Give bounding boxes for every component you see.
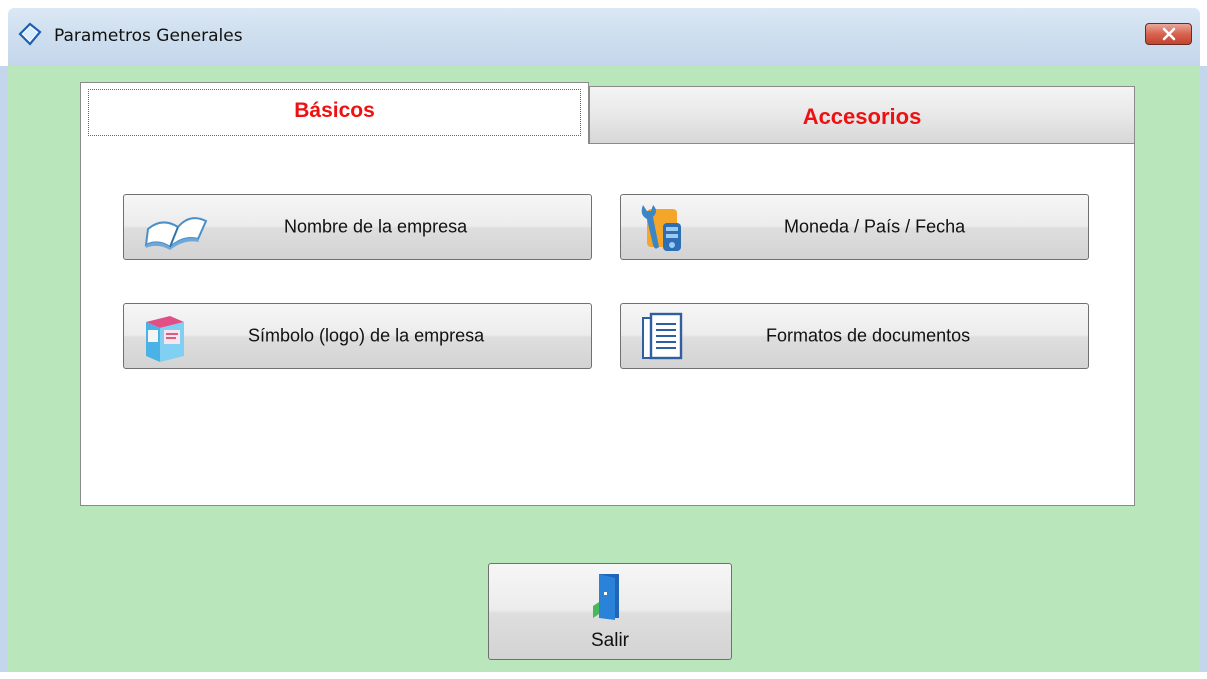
document-formats-label: Formatos de documentos <box>766 325 971 346</box>
close-button[interactable] <box>1145 23 1192 45</box>
open-book-icon <box>144 217 208 250</box>
diamond-icon <box>18 22 42 46</box>
tab-basicos[interactable]: Básicos <box>80 82 589 144</box>
document-formats-button[interactable]: Formatos de documentos <box>620 303 1089 369</box>
tab-accesorios[interactable]: Accesorios <box>589 86 1135 144</box>
window-title: Parametros Generales <box>54 26 243 46</box>
tab-accesorios-label: Accesorios <box>802 104 922 129</box>
currency-country-date-button[interactable]: Moneda / País / Fecha <box>620 194 1089 260</box>
exit-door-icon <box>593 574 619 620</box>
currency-country-date-label: Moneda / País / Fecha <box>784 216 966 237</box>
dialog-window: Parametros Generales Básicos Accesorios … <box>0 0 1207 679</box>
company-name-button[interactable]: Nombre de la empresa <box>123 194 592 260</box>
company-logo-button[interactable]: Símbolo (logo) de la empresa <box>123 303 592 369</box>
company-logo-label: Símbolo (logo) de la empresa <box>248 325 485 346</box>
title-bar: Parametros Generales <box>8 8 1200 66</box>
document-icon <box>642 312 683 360</box>
exit-label: Salir <box>590 630 629 651</box>
company-name-label: Nombre de la empresa <box>284 216 468 237</box>
window-border-right <box>1200 66 1207 672</box>
tab-basicos-label: Básicos <box>294 98 375 122</box>
exit-button[interactable]: Salir <box>488 563 732 660</box>
logo-box-icon <box>146 316 184 362</box>
close-icon <box>1162 27 1175 41</box>
window-border-left <box>0 66 8 672</box>
tools-icon <box>641 205 681 251</box>
